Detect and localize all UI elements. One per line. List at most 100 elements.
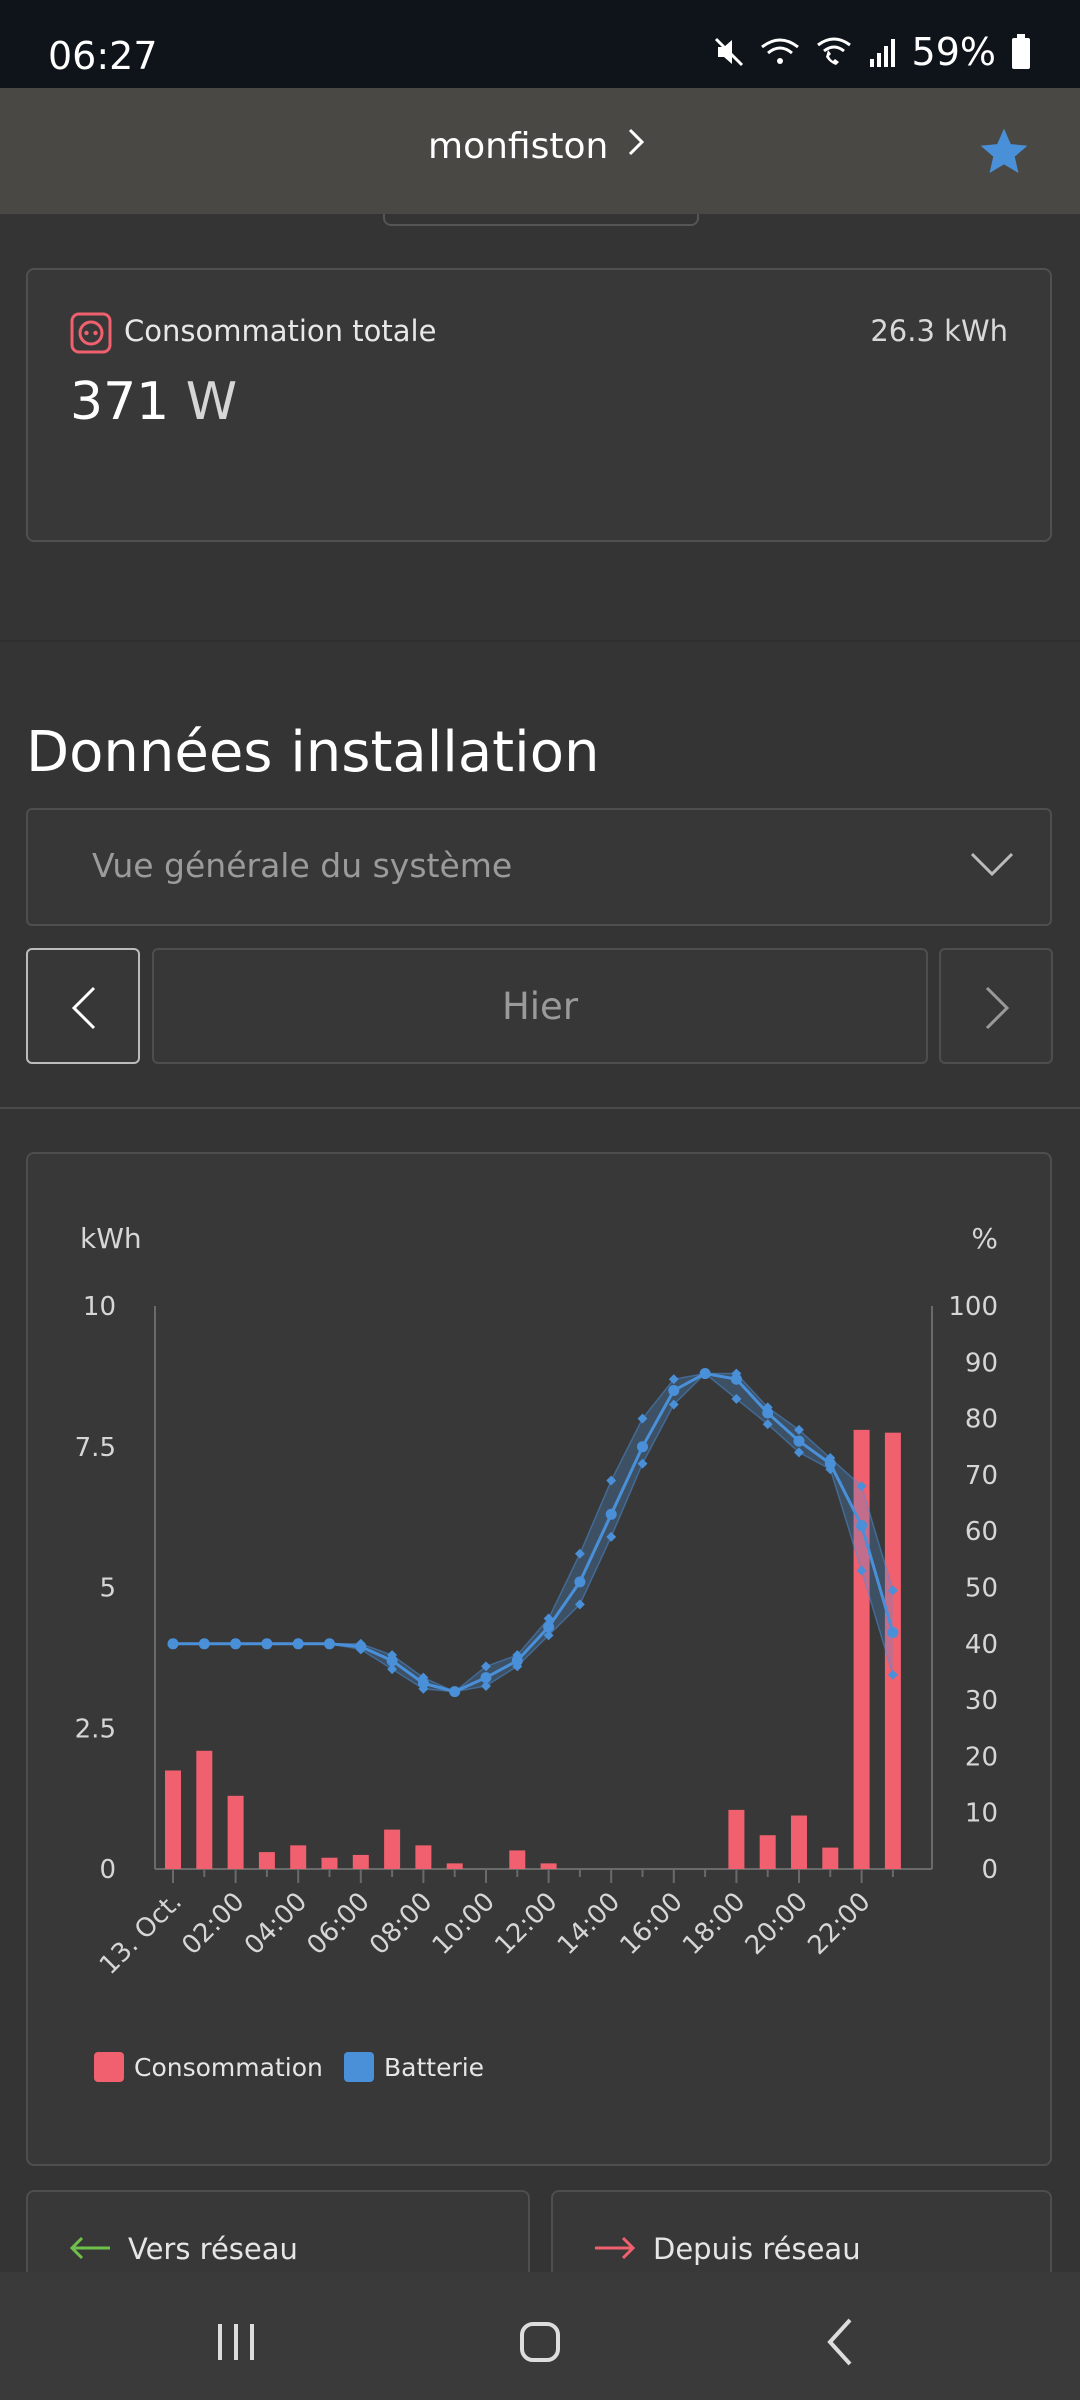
battery-point: [699, 1368, 711, 1380]
battery-point: [167, 1638, 179, 1650]
chevron-left-icon: [71, 986, 96, 1030]
next-day-button[interactable]: [939, 948, 1053, 1064]
battery-point: [730, 1373, 742, 1385]
x-tick-label: 14:00: [552, 1887, 626, 1961]
y-right-tick-label: 0: [981, 1855, 998, 1885]
y-left-tick-label: 0: [99, 1855, 116, 1885]
favorite-star-icon[interactable]: [976, 124, 1032, 180]
consumption-total: 26.3 kWh: [870, 314, 1008, 348]
y-left-tick-label: 5: [99, 1574, 116, 1604]
consumption-bar: [227, 1795, 244, 1869]
date-selector[interactable]: Hier: [152, 948, 928, 1064]
battery-point: [668, 1384, 680, 1396]
consumption-bar: [321, 1857, 338, 1869]
chevron-down-icon: [970, 850, 1014, 882]
y-right-tick-label: 90: [965, 1348, 998, 1378]
battery-point: [230, 1638, 242, 1650]
x-tick-label: 13. Oct.: [94, 1887, 188, 1981]
battery-point: [793, 1435, 805, 1447]
x-tick-label: 18:00: [677, 1887, 751, 1961]
y-left-tick-label: 10: [83, 1292, 116, 1322]
status-bar: 06:27 59%: [0, 0, 1080, 88]
x-tick-label: 16:00: [615, 1887, 689, 1961]
y-right-tick-label: 100: [948, 1292, 998, 1322]
view-dropdown[interactable]: Vue générale du système: [26, 808, 1052, 926]
consumption-bar: [290, 1845, 307, 1869]
consumption-bar: [446, 1863, 463, 1869]
y-right-tick-label: 10: [965, 1799, 998, 1829]
system-overview-chart[interactable]: kWh %107.552.50100908070605040302010013. …: [28, 1154, 1054, 2168]
battery-percent: 59%: [911, 30, 996, 74]
recent-apps-icon[interactable]: [206, 2312, 266, 2372]
battery-point: [386, 1655, 398, 1667]
legend-batterie-label: Batterie: [384, 2053, 484, 2082]
consumption-bar: [509, 1850, 526, 1869]
x-tick-label: 12:00: [489, 1887, 563, 1961]
x-tick-label: 20:00: [740, 1887, 814, 1961]
battery-point: [449, 1686, 461, 1698]
y-right-tick-label: 80: [965, 1405, 998, 1435]
arrow-right-icon: [595, 2236, 636, 2260]
consumption-bar: [759, 1835, 776, 1869]
x-tick-label: 04:00: [239, 1887, 313, 1961]
y-left-axis-label: kWh: [80, 1222, 142, 1255]
battery-point: [856, 1520, 868, 1532]
y-right-tick-label: 20: [965, 1742, 998, 1772]
x-tick-label: 08:00: [364, 1887, 438, 1961]
y-right-tick-label: 70: [965, 1461, 998, 1491]
consumption-title: Consommation totale: [124, 314, 437, 348]
x-tick-label: 10:00: [427, 1887, 501, 1961]
status-icons: 59%: [712, 30, 1032, 74]
y-right-tick-label: 30: [965, 1686, 998, 1716]
battery-point: [292, 1638, 304, 1650]
x-tick-label: 06:00: [302, 1887, 376, 1961]
wifi-call-icon: [814, 35, 854, 69]
battery-point: [417, 1677, 429, 1689]
battery-icon: [1010, 34, 1032, 70]
chart-card: kWh% 10 7.5 5 2.5 0 100 90 80 70 60 50 40 30 20 10 0 13. …: [26, 1152, 1052, 2166]
consumption-bar: [352, 1854, 369, 1869]
site-selector[interactable]: monfiston: [428, 126, 646, 167]
home-icon[interactable]: [510, 2312, 570, 2372]
consumption-bar: [196, 1750, 213, 1869]
arrow-left-icon: [69, 2236, 110, 2260]
y-right-axis-label: %: [971, 1222, 998, 1255]
battery-point: [887, 1627, 899, 1639]
consumption-bar: [415, 1845, 432, 1869]
previous-day-button[interactable]: [26, 948, 140, 1064]
battery-point: [324, 1638, 335, 1650]
site-name: monfiston: [428, 126, 609, 167]
consumption-bar: [540, 1863, 557, 1869]
consumption-bar: [728, 1809, 745, 1869]
signal-icon: [868, 35, 898, 69]
chevron-right-icon: [985, 986, 1010, 1030]
battery-point: [605, 1508, 617, 1520]
y-left-tick-label: 2.5: [75, 1714, 116, 1744]
x-tick-label: 22:00: [802, 1887, 876, 1961]
battery-point: [762, 1407, 774, 1419]
back-icon[interactable]: [812, 2312, 872, 2372]
to-grid-label: Vers réseau: [128, 2232, 298, 2266]
divider: [0, 1107, 1080, 1109]
battery-point: [543, 1621, 555, 1633]
battery-point: [480, 1672, 492, 1684]
dropdown-value: Vue générale du système: [92, 846, 513, 885]
app-header: monfiston: [0, 88, 1080, 214]
y-right-tick-label: 60: [965, 1517, 998, 1547]
y-right-tick-label: 40: [965, 1630, 998, 1660]
consumption-card[interactable]: Consommation totale 26.3 kWh 371 W: [26, 268, 1052, 542]
mute-icon: [712, 35, 746, 69]
x-tick-label: 02:00: [176, 1887, 250, 1961]
battery-point: [261, 1638, 273, 1650]
battery-point: [574, 1576, 586, 1588]
legend-consommation-swatch: [94, 2052, 124, 2082]
consumption-bar: [384, 1829, 401, 1869]
battery-point: [824, 1458, 836, 1470]
consumption-bar: [258, 1852, 275, 1869]
y-right-tick-label: 50: [965, 1574, 998, 1604]
legend-batterie-swatch: [344, 2052, 374, 2082]
consumption-bar: [165, 1770, 181, 1869]
power-outlet-icon: [70, 312, 112, 354]
section-title: Données installation: [26, 720, 600, 785]
header-tab-edge: [383, 214, 699, 226]
